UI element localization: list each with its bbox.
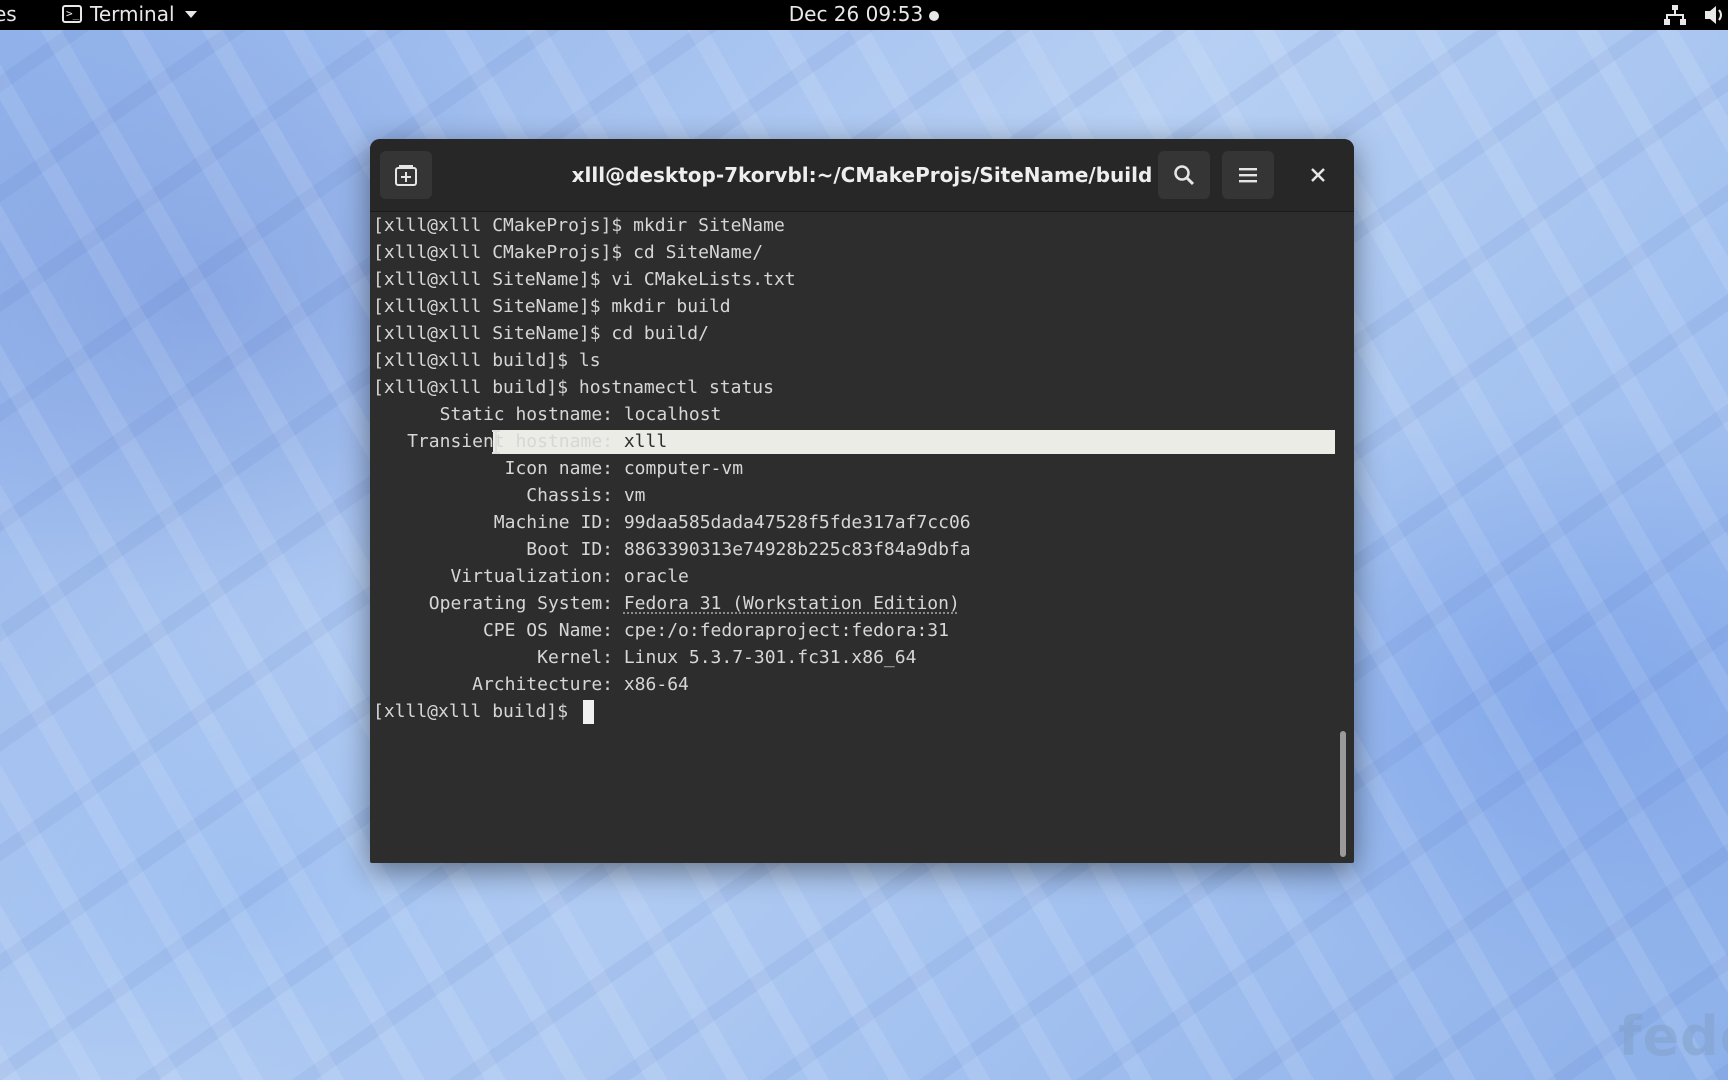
new-tab-icon xyxy=(395,165,417,186)
network-icon[interactable] xyxy=(1664,5,1686,25)
terminal-line: [xlll@xlll build]$ hostnamectl status xyxy=(373,377,774,398)
status-value: x86-64 xyxy=(623,674,689,695)
terminal-line: [xlll@xlll CMakeProjs]$ mkdir SiteName xyxy=(373,215,785,236)
notification-dot-icon xyxy=(929,10,940,21)
status-key: Boot ID: xyxy=(526,539,613,560)
status-value: oracle xyxy=(623,566,689,587)
status-key: Static hostname: xyxy=(439,404,613,425)
terminal-window: xlll@desktop-7korvbl:~/CMakeProjs/SiteNa… xyxy=(370,139,1354,863)
text-cursor-icon xyxy=(492,430,500,454)
menu-button[interactable] xyxy=(1222,151,1274,199)
status-row: Architecture: x86-64 xyxy=(373,671,1333,698)
top-bar: es >_ Terminal Dec 26 09:53 xyxy=(0,0,1728,30)
terminal-line: [xlll@xlll CMakeProjs]$ cd SiteName/ xyxy=(373,242,764,263)
close-button[interactable] xyxy=(1294,151,1342,199)
status-row: Kernel: Linux 5.3.7-301.fc31.x86_64 xyxy=(373,644,1333,671)
status-key: Kernel: xyxy=(537,647,613,668)
new-tab-button[interactable] xyxy=(380,151,432,199)
status-row: Virtualization: oracle xyxy=(373,563,1333,590)
clock-text: Dec 26 09:53 xyxy=(788,2,924,26)
status-key: Operating System: xyxy=(428,593,613,614)
hamburger-menu-icon xyxy=(1239,168,1257,183)
status-value: localhost xyxy=(623,404,722,425)
status-key: Icon name: xyxy=(504,458,613,479)
terminal-line: [xlll@xlll SiteName]$ cd build/ xyxy=(373,323,709,344)
terminal-cursor xyxy=(582,700,594,724)
status-value: 99daa585dada47528f5fde317af7cc06 xyxy=(623,512,971,533)
status-key: Chassis: xyxy=(526,485,613,506)
close-icon xyxy=(1311,168,1325,182)
header-bar: xlll@desktop-7korvbl:~/CMakeProjs/SiteNa… xyxy=(370,139,1354,212)
fedora-watermark: fedo xyxy=(1618,1005,1728,1068)
status-row: Icon name: computer-vm xyxy=(373,455,1333,482)
terminal-output[interactable]: [xlll@xlll CMakeProjs]$ mkdir SiteName [… xyxy=(373,212,1335,852)
volume-icon[interactable] xyxy=(1705,5,1727,25)
shell-prompt: [xlll@xlll build]$ xyxy=(373,701,569,722)
status-value: xlll xyxy=(623,431,668,452)
status-row: Chassis: vm xyxy=(373,482,1333,509)
terminal-line: [xlll@xlll SiteName]$ vi CMakeLists.txt xyxy=(373,269,796,290)
status-value: Linux 5.3.7-301.fc31.x86_64 xyxy=(623,647,917,668)
status-row: Machine ID: 99daa585dada47528f5fde317af7… xyxy=(373,509,1333,536)
status-value: 8863390313e74928b225c83f84a9dbfa xyxy=(623,539,971,560)
status-key: Machine ID: xyxy=(493,512,613,533)
status-row: Boot ID: 8863390313e74928b225c83f84a9dbf… xyxy=(373,536,1333,563)
status-value: cpe:/o:fedoraproject:fedora:31 xyxy=(623,620,949,641)
status-row: Operating System: Fedora 31 (Workstation… xyxy=(373,590,1333,617)
terminal-line: [xlll@xlll build]$ ls xyxy=(373,350,601,371)
scrollbar[interactable] xyxy=(1340,731,1346,857)
status-row: CPE OS Name: cpe:/o:fedoraproject:fedora… xyxy=(373,617,1333,644)
status-value: vm xyxy=(623,485,646,506)
clock-button[interactable]: Dec 26 09:53 xyxy=(0,2,1728,26)
os-name-link[interactable]: Fedora 31 (Workstation Edition) xyxy=(624,593,960,614)
prompt-line[interactable]: [xlll@xlll build]$ xyxy=(373,698,1333,725)
search-button[interactable] xyxy=(1158,151,1210,199)
status-row-selected: Transient hostname: xlll xyxy=(373,428,1335,455)
status-row: Static hostname: localhost xyxy=(373,401,1333,428)
status-key: CPE OS Name: xyxy=(482,620,613,641)
search-icon xyxy=(1174,165,1195,186)
status-value: computer-vm xyxy=(623,458,744,479)
status-key: Virtualization: xyxy=(450,566,613,587)
status-key: Architecture: xyxy=(472,674,613,695)
window-title: xlll@desktop-7korvbl:~/CMakeProjs/SiteNa… xyxy=(571,163,1153,187)
terminal-line: [xlll@xlll SiteName]$ mkdir build xyxy=(373,296,731,317)
